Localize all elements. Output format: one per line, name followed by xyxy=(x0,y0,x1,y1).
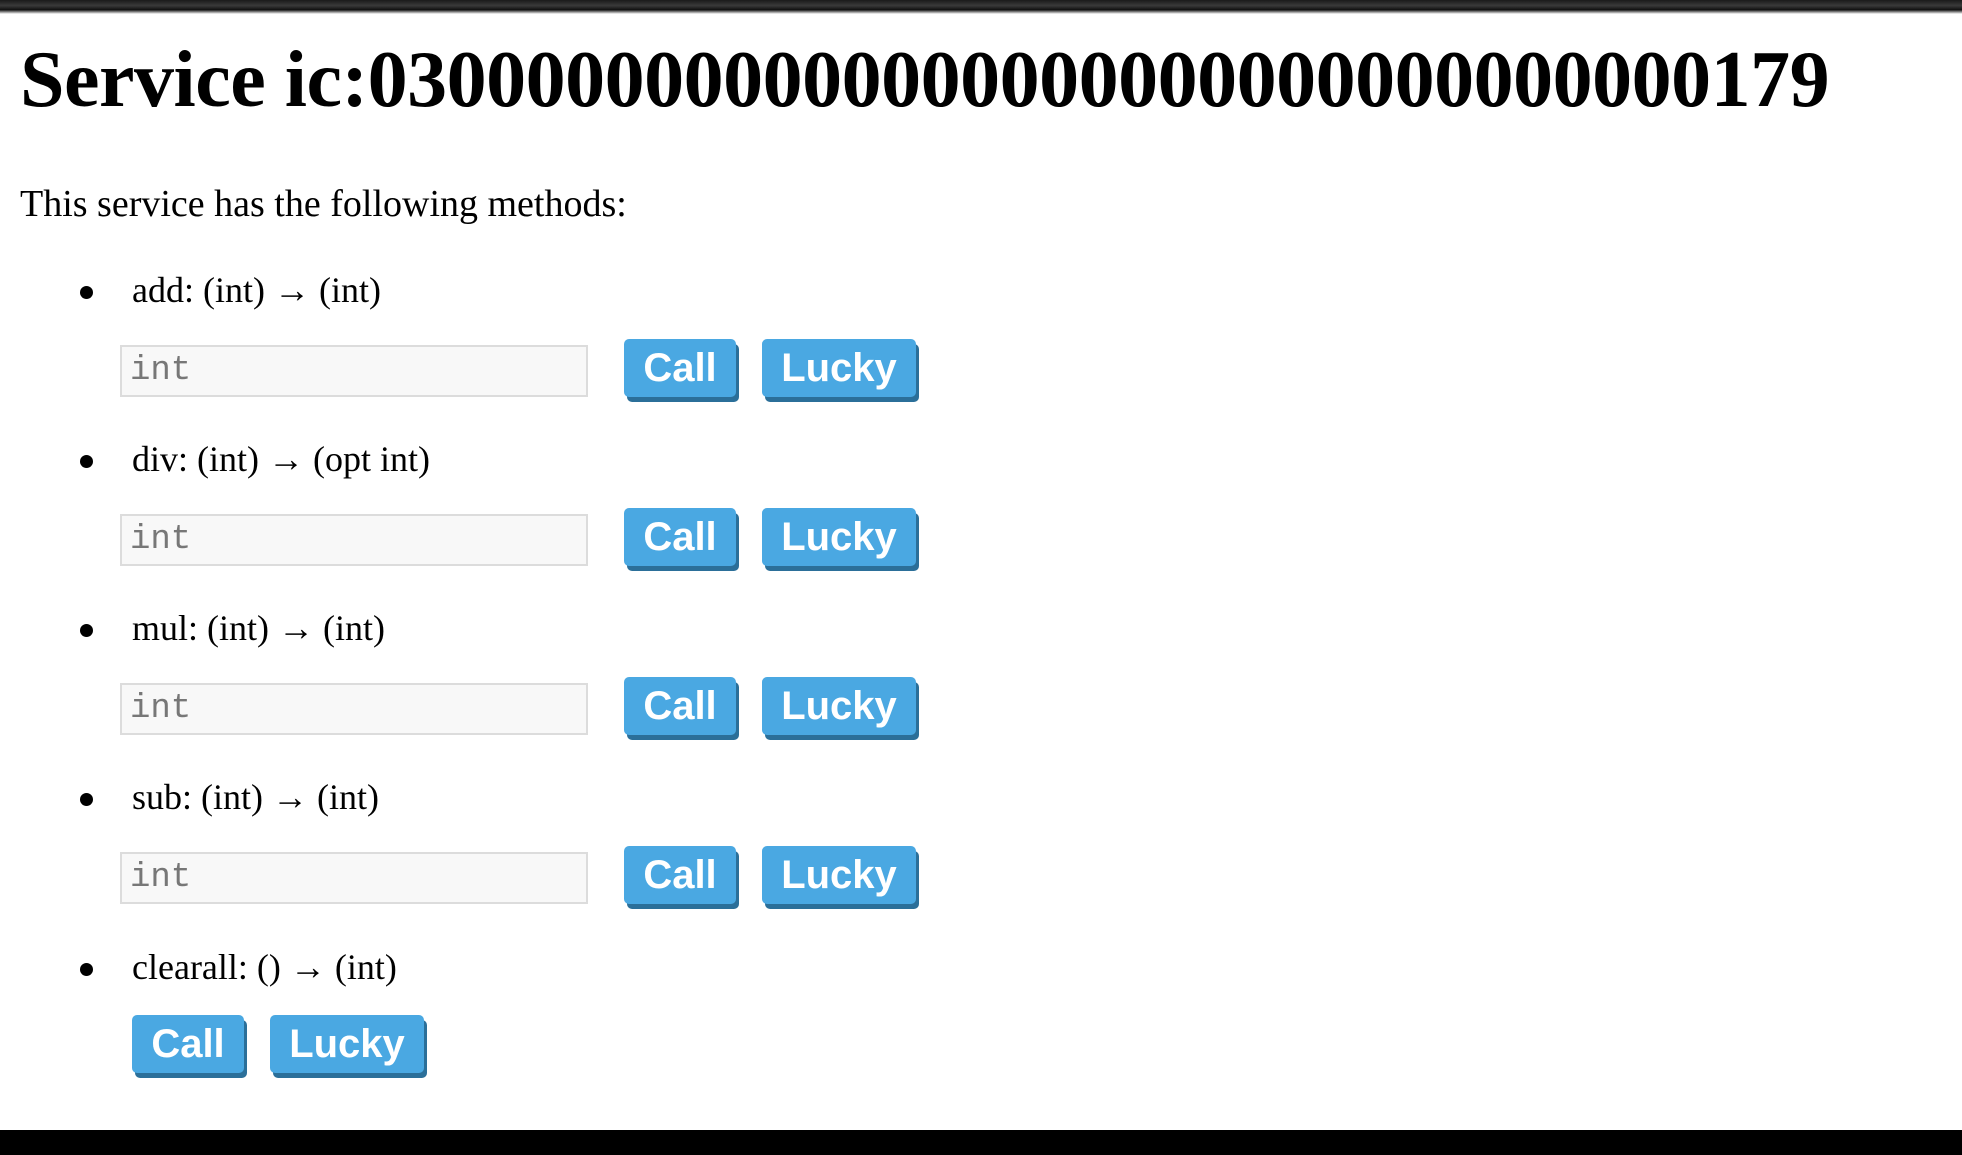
arg-input-div[interactable] xyxy=(120,514,588,566)
lucky-button-div[interactable]: Lucky xyxy=(762,508,916,566)
lucky-button-add[interactable]: Lucky xyxy=(762,339,916,397)
top-border xyxy=(0,0,1962,14)
bullet-icon xyxy=(80,793,93,806)
call-button-div[interactable]: Call xyxy=(624,508,736,566)
lucky-button-sub[interactable]: Lucky xyxy=(762,846,916,904)
method-signature: mul: (int) → (int) xyxy=(132,608,385,648)
bullet-icon xyxy=(80,286,93,299)
arg-input-sub[interactable] xyxy=(120,852,588,904)
bullet-icon xyxy=(80,624,93,637)
call-button-clearall[interactable]: Call xyxy=(132,1015,244,1073)
bottom-border xyxy=(0,1130,1962,1155)
call-button-add[interactable]: Call xyxy=(624,339,736,397)
call-button-sub[interactable]: Call xyxy=(624,846,736,904)
method-signature: clearall: () → (int) xyxy=(132,947,397,987)
lucky-button-mul[interactable]: Lucky xyxy=(762,677,916,735)
method-signature: add: (int) → (int) xyxy=(132,270,381,310)
intro-text: This service has the following methods: xyxy=(20,183,627,225)
method-signature: div: (int) → (opt int) xyxy=(132,439,430,479)
arg-input-mul[interactable] xyxy=(120,683,588,735)
call-button-mul[interactable]: Call xyxy=(624,677,736,735)
bullet-icon xyxy=(80,455,93,468)
arg-input-add[interactable] xyxy=(120,345,588,397)
lucky-button-clearall[interactable]: Lucky xyxy=(270,1015,424,1073)
method-signature: sub: (int) → (int) xyxy=(132,777,379,817)
page-title: Service ic:03000000000000000000000000000… xyxy=(20,36,1830,124)
bullet-icon xyxy=(80,963,93,976)
